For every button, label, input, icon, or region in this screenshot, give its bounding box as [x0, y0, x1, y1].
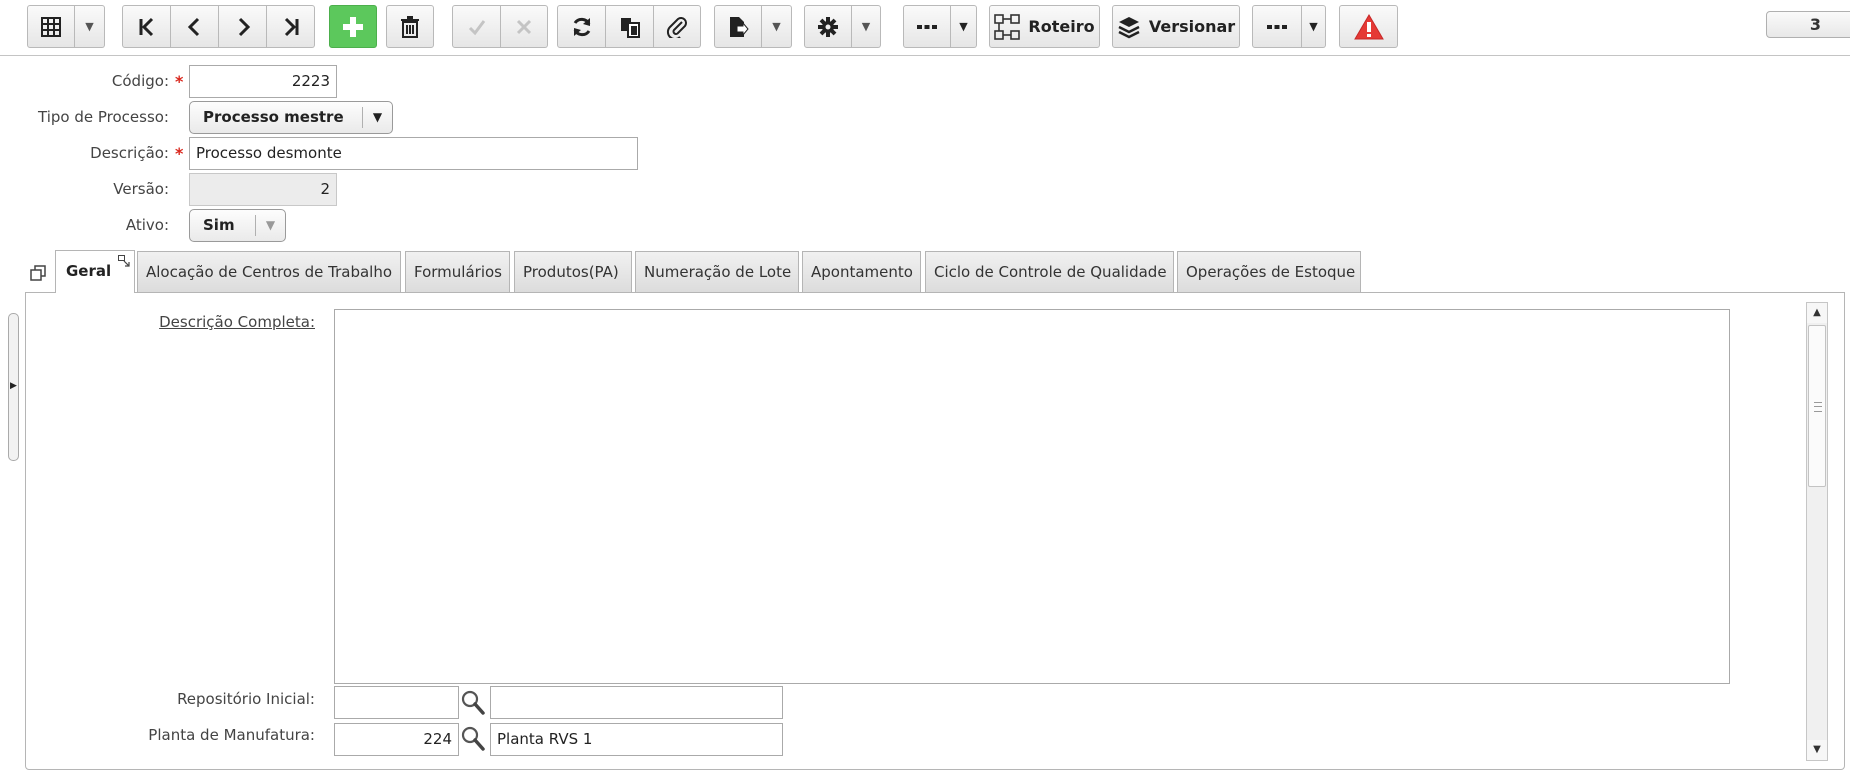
chevron-down-icon: ▼ [1309, 20, 1318, 33]
descricao-field[interactable]: Processo desmonte [189, 137, 638, 170]
more-options-dropdown[interactable]: ▼ [951, 5, 977, 48]
gear-icon [818, 16, 838, 37]
tab-geral[interactable]: Geral [55, 250, 135, 293]
trash-icon [401, 15, 419, 38]
previous-record-button[interactable] [171, 5, 219, 48]
record-counter[interactable]: 3 [1766, 11, 1850, 38]
alert-button[interactable] [1339, 5, 1398, 48]
paperclip-icon [666, 16, 687, 38]
settings-button[interactable] [804, 5, 852, 48]
ativo-label: Ativo: [125, 216, 169, 234]
previous-icon [187, 17, 199, 36]
first-icon [139, 17, 153, 36]
next-record-button[interactable] [219, 5, 267, 48]
grip-icon [1814, 402, 1822, 412]
planta-manufatura-label: Planta de Manufatura: [148, 726, 315, 744]
last-icon [284, 17, 298, 36]
versionar-label: Versionar [1148, 17, 1236, 36]
refresh-button[interactable] [557, 5, 606, 48]
repositorio-inicial-label: Repositório Inicial: [177, 690, 315, 708]
grip-line [1814, 406, 1822, 407]
codigo-label: Código: [111, 72, 169, 90]
flow-icon [994, 13, 1021, 40]
more-actions-button[interactable] [1252, 5, 1302, 48]
tab-geral-label: Geral [66, 262, 112, 280]
settings-dropdown[interactable]: ▼ [852, 5, 881, 48]
warning-icon [1353, 13, 1384, 39]
ativo-value: Sim [203, 216, 235, 234]
versao-field: 2 [189, 173, 337, 206]
tab-apontamento[interactable]: Apontamento [802, 251, 921, 292]
export-button[interactable] [714, 5, 762, 48]
roteiro-label: Roteiro [1028, 17, 1095, 36]
tab-operacoes-estoque[interactable]: Operações de Estoque [1177, 251, 1361, 292]
x-icon [516, 19, 532, 34]
attach-button[interactable] [654, 5, 701, 48]
roteiro-button[interactable]: Roteiro [989, 5, 1100, 48]
tipo-processo-value: Processo mestre [203, 108, 344, 126]
refresh-icon [573, 17, 590, 36]
scroll-down-icon[interactable]: ▼ [1807, 740, 1827, 760]
chevron-down-icon: ▼ [772, 20, 781, 33]
duplicate-button[interactable] [606, 5, 654, 48]
planta-manufatura-name-field[interactable]: Planta RVS 1 [490, 723, 783, 756]
repositorio-inicial-name-field[interactable] [490, 686, 783, 719]
codigo-field[interactable]: 2223 [189, 65, 337, 98]
grid-icon [41, 16, 61, 37]
export-icon [730, 16, 749, 37]
toolbar: ▼ ▼ ▼ ▼ Roteiro Versionar ▼ 3 [0, 0, 1850, 56]
chevron-down-icon: ▼ [85, 20, 94, 33]
grid-view-button[interactable] [27, 5, 75, 48]
chevron-down-icon: ▼ [255, 215, 285, 236]
chevron-down-icon: ▼ [861, 20, 871, 33]
plus-icon [343, 16, 363, 37]
tab-ciclo-controle-qualidade[interactable]: Ciclo de Controle de Qualidade [925, 251, 1174, 292]
caret-right-icon: ▶ [10, 381, 17, 391]
ellipsis-icon [917, 24, 937, 29]
scroll-up-icon[interactable]: ▲ [1807, 303, 1827, 323]
search-icon[interactable] [460, 725, 486, 753]
tab-alocacao-centros-trabalho[interactable]: Alocação de Centros de Trabalho [137, 251, 401, 292]
tipo-processo-label: Tipo de Processo: [38, 108, 169, 126]
restore-window-icon[interactable] [30, 265, 46, 281]
delete-record-button[interactable] [386, 5, 434, 48]
tab-produtos-pa[interactable]: Produtos(PA) [514, 251, 632, 292]
descricao-required-marker: * [175, 144, 184, 163]
export-dropdown[interactable]: ▼ [762, 5, 792, 48]
ellipsis-icon [1267, 24, 1287, 29]
confirm-button[interactable] [452, 5, 501, 48]
chevron-down-icon: ▼ [362, 107, 392, 128]
descricao-completa-label: Descrição Completa: [159, 313, 315, 331]
planta-manufatura-code-field[interactable]: 224 [334, 723, 459, 756]
panel-scrollbar[interactable]: ▲ ▼ [1806, 302, 1828, 761]
tab-numeracao-lote[interactable]: Numeração de Lote [635, 251, 799, 292]
descricao-label: Descrição: [90, 144, 169, 162]
next-icon [238, 17, 250, 36]
more-actions-dropdown[interactable]: ▼ [1302, 5, 1326, 48]
popout-icon[interactable] [118, 255, 130, 267]
codigo-required-marker: * [175, 72, 184, 91]
search-icon[interactable] [460, 689, 486, 717]
side-panel-handle[interactable]: ▶ [8, 313, 19, 461]
tab-formularios[interactable]: Formulários [405, 251, 510, 292]
cancel-button[interactable] [501, 5, 548, 48]
versionar-button[interactable]: Versionar [1112, 5, 1240, 48]
check-icon [468, 19, 485, 35]
last-record-button[interactable] [267, 5, 315, 48]
chevron-down-icon: ▼ [959, 20, 968, 33]
first-record-button[interactable] [122, 5, 171, 48]
scroll-thumb[interactable] [1808, 325, 1826, 487]
copy-icon [620, 17, 640, 38]
add-record-button[interactable] [329, 5, 377, 48]
ativo-select[interactable]: Sim ▼ [189, 209, 286, 242]
more-options-button[interactable] [903, 5, 951, 48]
tipo-processo-select[interactable]: Processo mestre ▼ [189, 101, 393, 134]
grid-view-dropdown[interactable]: ▼ [75, 5, 105, 48]
layers-icon [1118, 16, 1140, 38]
descricao-completa-textarea[interactable] [334, 309, 1730, 684]
versao-label: Versão: [113, 180, 169, 198]
repositorio-inicial-code-field[interactable] [334, 686, 459, 719]
